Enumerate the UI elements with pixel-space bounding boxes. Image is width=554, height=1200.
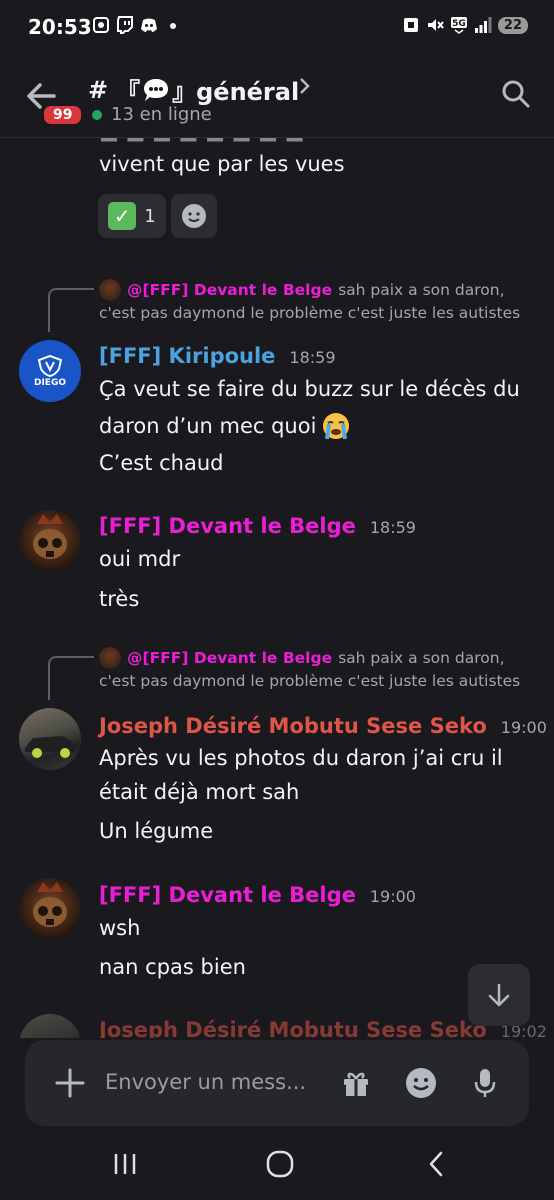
screenshot-icon [93,17,109,33]
timestamp: 18:59 [289,348,336,367]
author-name[interactable]: [FFF] Devant le Belge [99,883,356,907]
avatar-label: DIEGO [33,377,66,388]
reply-text: sah paix a son daron, [338,649,505,667]
gift-icon[interactable] [341,1068,371,1098]
avatar[interactable] [19,510,81,572]
message-list[interactable]: ▬ ▬ ▬ ▬ ▬ ▬ ▬ ▬ vivent que par les vues … [0,138,554,1038]
online-dot-icon [92,109,102,120]
online-status: 13 en ligne [92,104,212,125]
channel-title[interactable]: # 『 』général [88,72,299,107]
crying-face-icon [323,413,350,440]
message-text: wsh [99,916,141,940]
battery-indicator: 22 [497,16,528,34]
reply-author: @[FFF] Devant le Belge [127,281,333,299]
reaction-count: 1 [144,205,156,227]
reply-text-line2: c'est pas daymond le problème c'est just… [99,672,521,690]
channel-name: 』général [172,78,300,106]
dot-icon [170,23,176,29]
back-nav-icon[interactable] [424,1148,448,1180]
message-text: était déjà mort sah [99,780,300,804]
message-text: Un légume [99,819,214,843]
reply-preview[interactable]: @[FFF] Devant le Belge sah paix a son da… [99,279,505,301]
emoji-icon[interactable] [405,1067,437,1099]
speech-bubble-icon [144,78,169,101]
message-text: oui mdr [99,547,181,571]
message-text: vivent que par les vues [99,152,345,176]
reaction-check[interactable]: ✓ 1 [98,194,166,238]
mute-icon [427,19,444,31]
author-name[interactable]: Joseph Désiré Mobutu Sese Seko [99,1018,487,1038]
signal-icon [474,17,492,33]
smiley-icon [182,204,206,228]
reply-preview[interactable]: @[FFF] Devant le Belge sah paix a son da… [99,647,505,669]
timestamp: 19:00 [369,887,416,906]
system-navigation-bar [0,1130,554,1200]
message-text: Ça veut se faire du buzz sur le décès du [99,377,520,401]
add-reaction-button[interactable] [171,194,217,238]
timestamp: 19:00 [500,718,547,737]
search-icon[interactable] [500,78,532,110]
message-text: nan cpas bien [99,955,246,979]
status-time: 20:53 [28,15,92,39]
chevron-right-icon[interactable] [298,76,312,96]
timestamp: 18:59 [369,518,416,537]
home-icon[interactable] [264,1148,296,1180]
svg-text:5G: 5G [452,19,466,29]
arrow-down-icon [488,983,510,1007]
message-composer: Envoyer un mess... [25,1040,529,1126]
author-name[interactable]: Joseph Désiré Mobutu Sese Seko [99,714,487,738]
reply-connector [48,656,94,700]
recent-apps-icon[interactable] [110,1148,140,1180]
nfc-icon [403,18,418,32]
microphone-icon[interactable] [473,1067,497,1099]
message-text-clipped: ▬ ▬ ▬ ▬ ▬ ▬ ▬ ▬ [99,138,304,148]
message-input[interactable]: Envoyer un mess... [105,1070,306,1094]
status-bar: 20:53 5G 22 [0,0,554,56]
avatar[interactable] [19,708,81,770]
plus-icon[interactable] [53,1066,87,1100]
reply-text-line2: c'est pas daymond le problème c'est just… [99,304,521,322]
message-text: très [99,587,140,611]
reply-avatar [99,279,121,301]
5g-icon: 5G [450,17,467,34]
car-photo-icon [25,736,75,758]
mention-count-badge: 99 [42,104,84,126]
avatar[interactable]: DIEGO [19,340,81,402]
message-text: Après vu les photos du daron j’ai cru il [99,746,503,770]
message-text: daron d’un mec quoi [99,414,317,438]
scroll-to-bottom-button[interactable] [468,964,530,1026]
shield-logo-icon [37,354,63,377]
twitch-icon [117,16,133,34]
avatar[interactable] [19,878,81,940]
channel-header: 99 # 『 』général 13 en ligne [0,56,554,138]
author-name[interactable]: [FFF] Devant le Belge [99,514,356,538]
author-name[interactable]: [FFF] Kiripoule [99,344,275,368]
reply-text: sah paix a son daron, [338,281,505,299]
character-avatar-icon [33,882,67,927]
channel-name-prefix: 『 [116,78,141,106]
check-mark-icon: ✓ [108,202,137,230]
reply-connector [48,288,94,332]
reply-author: @[FFF] Devant le Belge [127,649,333,667]
message-text: C’est chaud [99,451,224,475]
avatar[interactable] [19,1014,81,1038]
online-count: 13 en ligne [111,104,212,125]
reply-avatar [99,647,121,669]
discord-icon [141,18,157,32]
character-avatar-icon [33,514,67,559]
channel-hash: # [88,75,109,104]
